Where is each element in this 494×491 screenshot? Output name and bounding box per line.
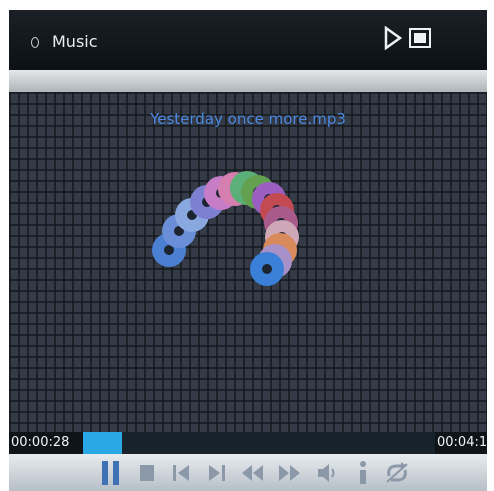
header-divider	[9, 70, 487, 92]
title-bar: Music	[9, 10, 487, 70]
rewind-icon	[242, 465, 263, 481]
circle-icon	[31, 37, 39, 48]
progress-bar-row: 00:00:28 00:04:1	[9, 432, 487, 454]
volume-button[interactable]	[313, 459, 341, 487]
play-icon	[383, 25, 403, 54]
info-button[interactable]	[349, 459, 377, 487]
repeat-icon	[386, 462, 408, 483]
stop-button[interactable]	[133, 459, 161, 487]
stop-icon	[140, 465, 154, 481]
visualizer-screen: Yesterday once more.mp3	[9, 92, 487, 432]
total-time: 00:04:1	[437, 435, 487, 450]
control-bar	[9, 454, 487, 491]
song-title: Yesterday once more.mp3	[150, 110, 346, 128]
rewind-button[interactable]	[239, 459, 267, 487]
pause-icon	[102, 461, 119, 485]
skip-forward-icon	[209, 465, 225, 481]
elapsed-time: 00:00:28	[11, 435, 70, 450]
skip-back-icon	[173, 465, 189, 481]
repeat-button[interactable]	[383, 459, 411, 487]
pause-button[interactable]	[97, 459, 125, 487]
battery-icon	[409, 28, 433, 52]
app-title: Music	[52, 32, 98, 51]
fast-forward-icon	[279, 465, 300, 481]
previous-button[interactable]	[167, 459, 195, 487]
info-icon	[360, 461, 366, 484]
progress-track[interactable]	[83, 432, 435, 454]
progress-fill	[83, 432, 122, 454]
fast-forward-button[interactable]	[275, 459, 303, 487]
disc-icon	[152, 171, 299, 286]
music-player-window: Music Yesterday once more.mp3 00:00:28 0…	[9, 10, 487, 491]
next-button[interactable]	[203, 459, 231, 487]
disc-animation	[152, 171, 299, 286]
speaker-icon	[318, 464, 335, 482]
